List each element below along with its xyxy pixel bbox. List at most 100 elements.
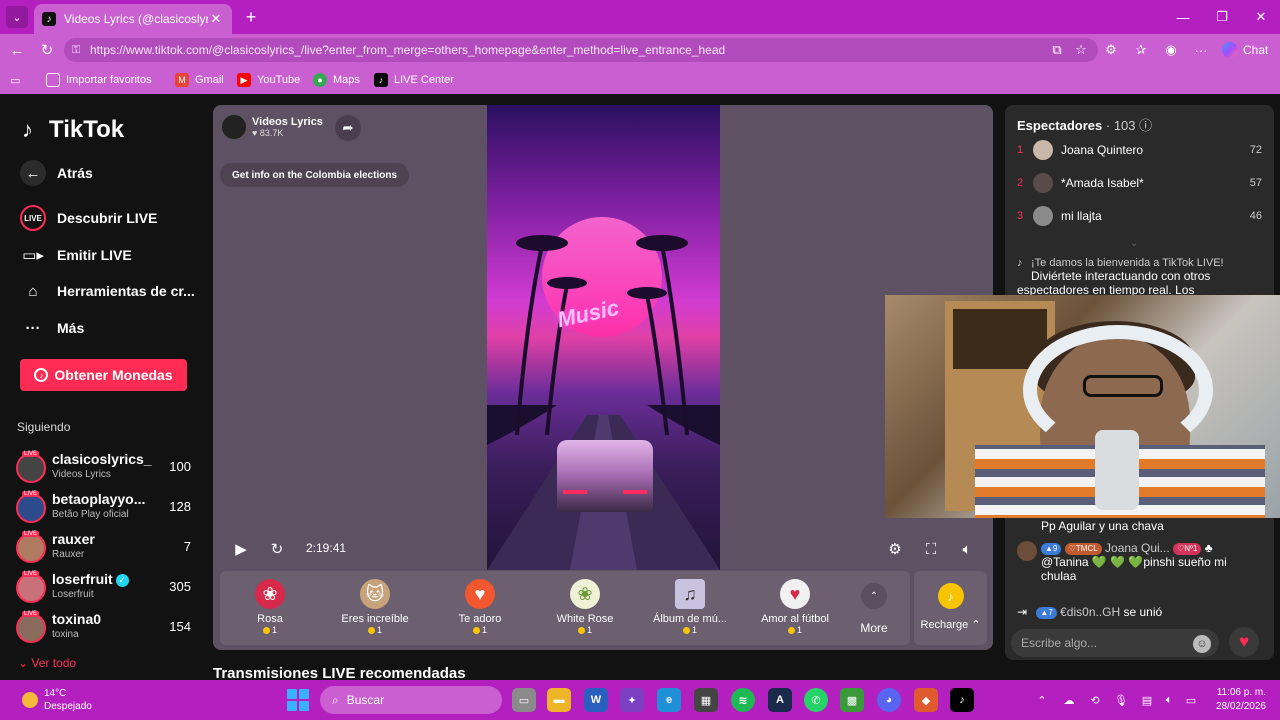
following-item[interactable]: LIVE loserfruit ✓ Loserfruit 305 [16, 571, 191, 607]
settings-icon[interactable]: ⚙ [883, 537, 907, 561]
emoji-icon[interactable]: ☺ [1193, 635, 1211, 653]
gift-item[interactable]: ♥ Te adoro 1 [430, 571, 530, 645]
mic-icon[interactable]: 🎙︎ [1112, 690, 1130, 710]
clock[interactable]: 11:06 p. m. 28/02/2026 [1210, 686, 1266, 714]
taskbar-search[interactable]: ⌕ Buscar [320, 686, 502, 714]
volume-icon[interactable]: 🔈︎ [955, 537, 979, 561]
tiktok-taskbar-icon[interactable]: ♪ [950, 688, 974, 712]
following-item[interactable]: LIVE toxina0 toxina 154 [16, 611, 191, 647]
top-viewer-row[interactable]: 1 Joana Quintero 72 [1017, 138, 1262, 162]
sync-icon[interactable]: ⟲ [1086, 690, 1104, 710]
store-icon[interactable]: ▦ [694, 688, 718, 712]
more-gifts-button[interactable]: ⌃ More [850, 583, 898, 635]
avatar [1017, 541, 1037, 561]
video-frame[interactable]: Music [487, 105, 720, 570]
gift-item[interactable]: ♥ Amor al fútbol 1 [745, 571, 845, 645]
word-icon[interactable]: W [584, 688, 608, 712]
host-name: Videos Lyrics [252, 116, 323, 128]
chat-input[interactable]: Escribe algo... [1011, 629, 1219, 657]
level-badge: ▲9 [1041, 542, 1062, 555]
share-icon[interactable]: ➦ [335, 115, 361, 141]
welcome-message: ♪ ¡Te damos la bienvenida a TikTok LIVE! … [1017, 257, 1224, 297]
gift-badge-icon: ♣ [1204, 541, 1213, 555]
browser-tab[interactable]: ♪ Videos Lyrics (@clasicoslyrics_) est ✕ [34, 4, 232, 34]
gift-item[interactable]: ❀ Rosa 1 [220, 571, 320, 645]
following-item[interactable]: LIVE betaoplayyo... Betão Play oficial 1… [16, 491, 191, 527]
chat-message[interactable]: ▲9 ♡TMCL Joana Qui... ♡Nº1 ♣ @Tanina 💚 💚… [1017, 541, 1262, 583]
following-item[interactable]: LIVE rauxer Rauxer 7 [16, 531, 191, 567]
refresh-icon[interactable]: ↻ [36, 39, 58, 61]
windows-start-icon[interactable] [287, 689, 309, 711]
expand-chevron-icon[interactable]: ⌄ [1130, 238, 1138, 249]
battery-icon[interactable]: ▭ [1182, 690, 1200, 710]
host-info[interactable]: Videos Lyrics ♥ 83.7K [221, 113, 323, 141]
like-heart-icon[interactable]: ♥ [1229, 627, 1259, 657]
nav-go-live[interactable]: ▭▸ Emitir LIVE [20, 241, 132, 269]
open-app-icon[interactable]: ⧉ [1046, 39, 1068, 61]
more-menu-icon[interactable]: ··· [1190, 39, 1212, 61]
close-tab-icon[interactable]: ✕ [208, 11, 224, 27]
see-all-link[interactable]: ⌄ Ver todo [18, 656, 76, 670]
new-tab-icon[interactable]: + [240, 6, 262, 28]
replay-icon[interactable]: ↻ [265, 537, 289, 561]
gift-item[interactable]: 🐱︎ Eres increíble 1 [325, 571, 425, 645]
recharge-button[interactable]: ♪ Recharge ⌃ [914, 571, 987, 645]
bookmark-live-center[interactable]: ♪ LIVE Center [374, 70, 454, 90]
site-info-icon[interactable]: ⚿ [72, 38, 80, 62]
top-viewer-row[interactable]: 3 mi llajta 46 [1017, 204, 1262, 228]
host-likes: ♥ 83.7K [252, 128, 284, 138]
profile-icon[interactable]: ◉ [1160, 39, 1182, 61]
bookmark-youtube[interactable]: ▶ YouTube [237, 70, 300, 90]
get-coins-button[interactable]: ♪ Obtener Monedas [20, 359, 187, 391]
task-view-icon[interactable]: ▭ [512, 688, 536, 712]
fullscreen-icon[interactable]: ⛶ [919, 537, 943, 561]
tray-chevron-icon[interactable]: ⌃ [1033, 690, 1051, 710]
tab-actions-icon[interactable]: ⌄ [6, 6, 28, 28]
election-info-pill[interactable]: Get info on the Colombia elections [220, 163, 410, 187]
address-bar[interactable]: ⚿ https://www.tiktok.com/@clasicoslyrics… [64, 38, 1098, 62]
spotify-icon[interactable]: ≋ [731, 688, 755, 712]
extensions-icon[interactable]: ⚙ [1100, 39, 1122, 61]
minecraft-icon[interactable]: ▩ [840, 688, 864, 712]
favorite-star-icon[interactable]: ☆ [1070, 39, 1092, 61]
weather-widget[interactable]: 14°C Despejado [22, 686, 92, 714]
arrow-left-icon: ← [20, 160, 46, 186]
nav-creator-tools[interactable]: ⌂ Herramientas de cr... [20, 277, 194, 305]
palm-trees [515, 235, 689, 435]
top-viewer-row[interactable]: 2 *Amada Isabel* 57 [1017, 171, 1262, 195]
help-icon[interactable]: ⓘ [1139, 118, 1152, 133]
play-icon[interactable]: ▶ [229, 537, 253, 561]
maximize-icon[interactable]: ❐ [1202, 6, 1242, 28]
tiktok-logo[interactable]: ♪ TikTok [22, 116, 124, 144]
bookmark-gmail[interactable]: M Gmail [175, 70, 224, 90]
whatsapp-icon[interactable]: ✆ [804, 688, 828, 712]
bookmark-import[interactable]: Importar favoritos [46, 70, 152, 90]
nav-more[interactable]: ··· Más [20, 314, 85, 342]
collections-icon[interactable]: ▭ [10, 70, 20, 90]
chat-username[interactable]: Joana Qui... [1105, 541, 1170, 555]
close-window-icon[interactable]: ✕ [1241, 6, 1280, 28]
app-icon[interactable]: A [768, 688, 792, 712]
edge-icon[interactable]: e [657, 688, 681, 712]
gift-item[interactable]: ♫ Álbum de mú... 1 [640, 571, 740, 645]
bookmark-maps[interactable]: ● Maps [313, 70, 360, 90]
file-explorer-icon[interactable]: ▬ [547, 688, 571, 712]
favorites-icon[interactable]: ✰ [1130, 39, 1152, 61]
copilot-icon[interactable]: ✦ [620, 688, 644, 712]
following-item[interactable]: LIVE clasicoslyrics_ Videos Lyrics 100 [16, 451, 191, 487]
camera-icon: ▭▸ [22, 247, 44, 264]
nav-discover-live[interactable]: LIVE Descubrir LIVE [20, 204, 157, 232]
discord-icon[interactable]: ◕ [877, 688, 901, 712]
cloud-icon[interactable]: ☁ [1060, 690, 1078, 710]
coin-icon [367, 627, 375, 635]
minimize-icon[interactable]: — [1163, 6, 1203, 28]
live-badge: LIVE [22, 451, 40, 457]
back-link[interactable]: ← Atrás [20, 159, 93, 187]
app-icon[interactable]: ◆ [914, 688, 938, 712]
copilot-chat-button[interactable]: Chat [1222, 39, 1268, 61]
cat-icon: 🐱︎ [360, 579, 390, 609]
network-icon[interactable]: ▤ [1138, 690, 1156, 710]
back-icon[interactable]: ← [6, 39, 28, 61]
volume-icon[interactable]: 🔈︎ [1160, 690, 1178, 710]
gift-item[interactable]: ❀ White Rose 1 [535, 571, 635, 645]
